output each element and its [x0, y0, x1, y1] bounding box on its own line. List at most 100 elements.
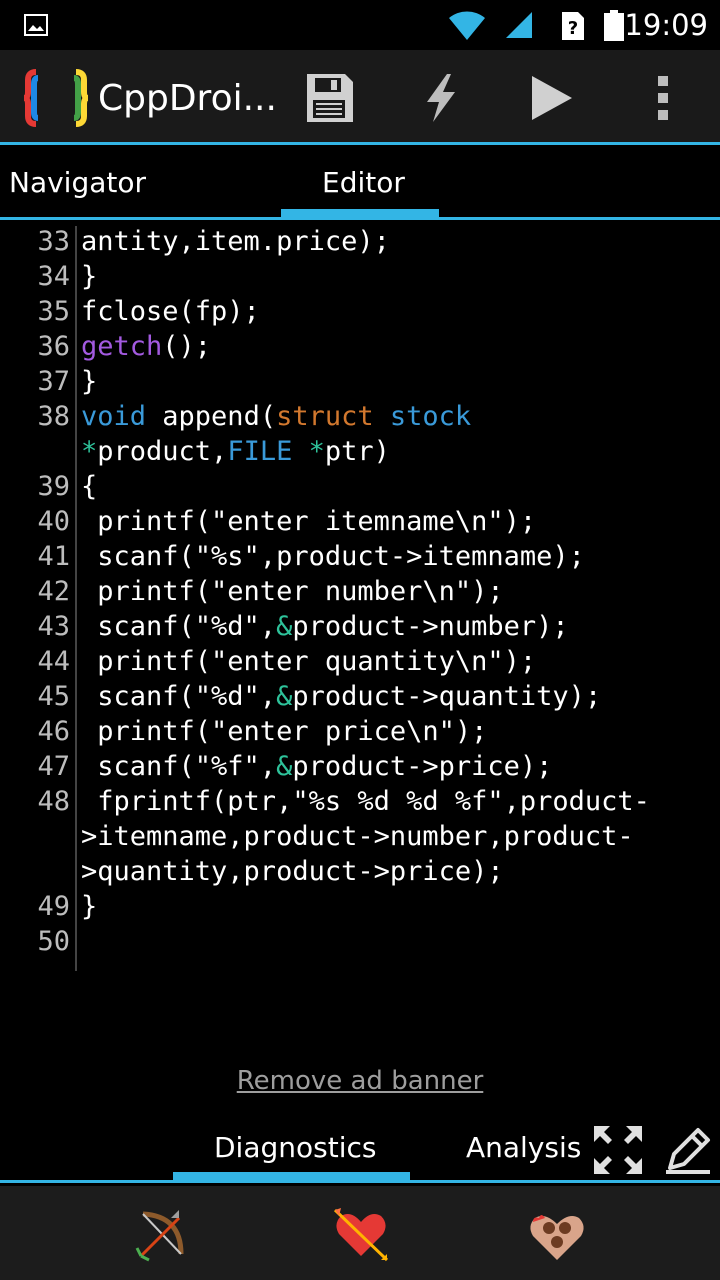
code-line[interactable]: 34}	[0, 261, 720, 296]
flash-icon[interactable]	[413, 70, 469, 126]
code-line[interactable]: >quantity,product->price);	[0, 856, 720, 891]
code-token: &	[276, 751, 293, 782]
code-token: }	[81, 891, 98, 922]
overflow-menu-icon[interactable]	[636, 70, 692, 126]
tab-diagnostics[interactable]: Diagnostics	[214, 1131, 376, 1164]
expand-icon[interactable]	[590, 1122, 646, 1178]
app-title: CppDroi...	[98, 78, 277, 119]
code-text: getch();	[81, 331, 211, 362]
sim-unknown-icon: ?	[562, 12, 584, 40]
edit-pencil-icon[interactable]	[660, 1122, 716, 1178]
love-chocolates-icon[interactable]	[527, 1204, 587, 1264]
code-editor[interactable]: 33 antity,item.price); 34} 35 fclose(fp); 36 g…	[0, 226, 720, 971]
code-token: }	[81, 366, 98, 397]
status-time: 19:09	[624, 8, 708, 42]
code-token: &	[276, 681, 293, 712]
tab-editor[interactable]: Editor	[322, 166, 405, 199]
code-token: stock	[389, 401, 472, 432]
code-token: scanf("%f",	[81, 751, 277, 782]
code-line[interactable]: 37}	[0, 366, 720, 401]
remove-ad-link[interactable]: Remove ad banner	[0, 1066, 720, 1096]
code-line[interactable]: 42 printf("enter number\n");	[0, 576, 720, 611]
code-line[interactable]: 43 scanf("%d",&product->number);	[0, 611, 720, 646]
line-number: 35	[37, 296, 70, 327]
code-token: scanf("%d",	[81, 681, 277, 712]
code-token: ptr)	[324, 436, 390, 467]
code-token: void	[81, 401, 147, 432]
code-line[interactable]: 46 printf("enter price\n");	[0, 716, 720, 751]
line-number: 44	[37, 646, 70, 677]
code-line[interactable]: 41 scanf("%s",product->itemname);	[0, 541, 720, 576]
line-number: 46	[37, 716, 70, 747]
svg-text:?: ?	[568, 18, 578, 39]
code-text: >quantity,product->price);	[81, 856, 504, 887]
main-tabs: Navigator Editor	[0, 142, 720, 220]
code-token: >quantity,product->price);	[81, 856, 504, 887]
battery-icon	[604, 10, 624, 41]
code-token: printf("enter itemname\n");	[81, 506, 537, 537]
line-number: 34	[37, 261, 70, 292]
code-token: printf("enter price\n");	[81, 716, 488, 747]
line-number: 41	[37, 541, 70, 572]
line-number: 45	[37, 681, 70, 712]
code-token: >itemname,product->number,product-	[81, 821, 634, 852]
bottom-tabs: Diagnostics Analysis	[0, 1120, 720, 1186]
code-line[interactable]: 40 printf("enter itemname\n");	[0, 506, 720, 541]
line-number: 36	[37, 331, 70, 362]
code-token: product->price);	[292, 751, 553, 782]
code-line[interactable]: 35 fclose(fp);	[0, 296, 720, 331]
run-icon[interactable]	[524, 70, 580, 126]
code-text: *product,FILE *ptr)	[81, 436, 390, 467]
code-token: *	[308, 436, 325, 467]
tab-analysis[interactable]: Analysis	[466, 1131, 581, 1164]
line-number: 40	[37, 506, 70, 537]
emoji-bar	[0, 1186, 720, 1280]
code-line[interactable]: *product,FILE *ptr)	[0, 436, 720, 471]
line-number: 48	[37, 786, 70, 817]
tab-navigator[interactable]: Navigator	[9, 166, 146, 199]
image-icon	[24, 14, 48, 36]
code-line[interactable]: 47 scanf("%f",&product->price);	[0, 751, 720, 786]
code-line[interactable]: 39 {	[0, 471, 720, 506]
code-text: scanf("%s",product->itemname);	[81, 541, 585, 572]
code-token: {	[81, 471, 98, 502]
line-number: 47	[37, 751, 70, 782]
line-number: 38	[37, 401, 70, 432]
code-line[interactable]: 50	[0, 926, 720, 961]
signal-icon	[506, 12, 532, 38]
code-line[interactable]: 38 void append(struct stock	[0, 401, 720, 436]
code-token: ();	[162, 331, 212, 362]
code-text: void append(struct stock	[81, 401, 471, 432]
code-token: printf("enter quantity\n");	[81, 646, 537, 677]
code-text: >itemname,product->number,product-	[81, 821, 634, 852]
line-number: 42	[37, 576, 70, 607]
code-line[interactable]: 49}	[0, 891, 720, 926]
code-line[interactable]: >itemname,product->number,product-	[0, 821, 720, 856]
code-line[interactable]: 48 fprintf(ptr,"%s %d %d %f",product-	[0, 786, 720, 821]
status-bar: ? 19:09	[0, 0, 720, 50]
bow-and-arrow-icon[interactable]	[131, 1204, 191, 1264]
code-line[interactable]: 44 printf("enter quantity\n");	[0, 646, 720, 681]
code-token: product->number);	[292, 611, 569, 642]
code-line[interactable]: 33 antity,item.price);	[0, 226, 720, 261]
action-bar: CppDroi...	[0, 50, 720, 142]
tabs-bottom-divider	[0, 217, 720, 220]
line-number: 43	[37, 611, 70, 642]
save-icon[interactable]	[301, 70, 357, 126]
code-text: scanf("%f",&product->price);	[81, 751, 552, 782]
code-text: {	[81, 471, 97, 502]
code-token: FILE	[227, 436, 293, 467]
code-token: product->quantity);	[292, 681, 602, 712]
line-number: 50	[37, 926, 70, 957]
code-line[interactable]: 36 getch();	[0, 331, 720, 366]
heart-with-arrow-icon[interactable]	[331, 1204, 391, 1264]
line-number: 49	[37, 891, 70, 922]
code-token: append(	[146, 401, 277, 432]
line-number: 37	[37, 366, 70, 397]
code-line[interactable]: 45 scanf("%d",&product->quantity);	[0, 681, 720, 716]
tabs-top-divider	[0, 142, 720, 145]
code-token: }	[81, 261, 98, 292]
code-token: printf("enter number\n");	[81, 576, 504, 607]
